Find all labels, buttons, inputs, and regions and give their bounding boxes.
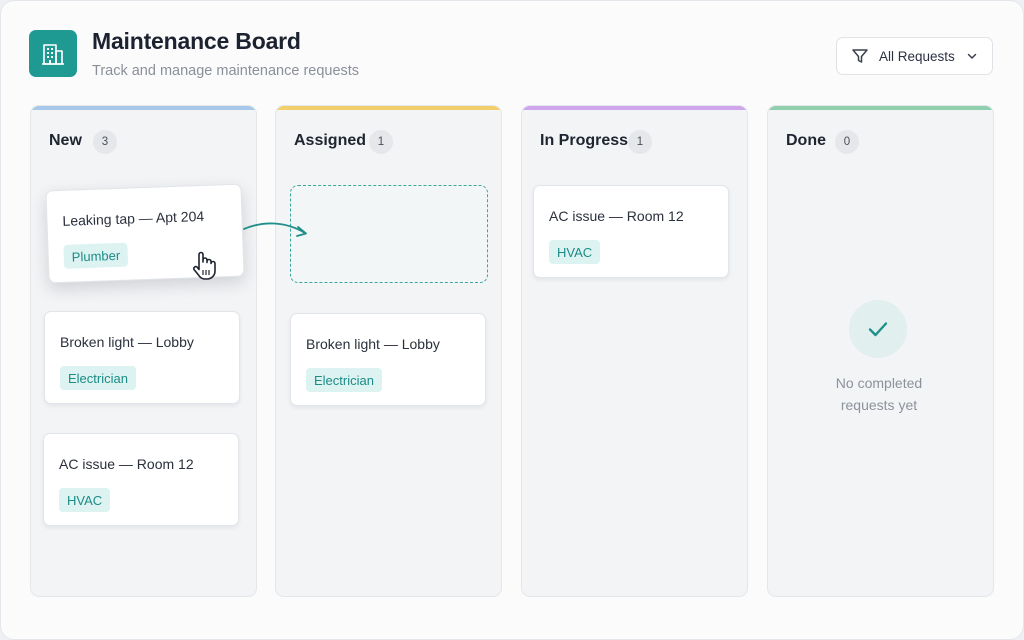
check-icon (849, 300, 907, 358)
column-color-bar (522, 106, 747, 110)
request-card[interactable]: Broken light — Lobby Electrician (290, 313, 486, 406)
card-title: AC issue — Room 12 (549, 208, 684, 224)
column-color-bar (276, 106, 501, 110)
column-color-bar (31, 106, 256, 110)
trade-tag: Plumber (63, 242, 129, 269)
page-title: Maintenance Board (92, 28, 301, 54)
trade-tag: Electrician (60, 366, 136, 390)
building-icon (29, 30, 77, 77)
filter-icon (851, 47, 869, 65)
card-title: AC issue — Room 12 (59, 456, 194, 472)
count-badge: 0 (835, 130, 859, 154)
drop-zone[interactable] (290, 185, 488, 283)
empty-state-message: No completed requests yet (801, 372, 957, 416)
card-title: Leaking tap — Apt 204 (62, 207, 205, 229)
trade-tag: HVAC (59, 488, 111, 512)
column-title: In Progress (540, 132, 629, 149)
column-title: Assigned (294, 132, 367, 149)
column-in-progress: In Progress 1 (521, 105, 748, 597)
drag-arrow-icon (243, 222, 307, 237)
trade-tag: HVAC (549, 240, 601, 264)
app-window: Maintenance Board Track and manage maint… (0, 0, 1024, 640)
column-color-bar (768, 106, 993, 110)
chevron-down-icon (966, 50, 978, 62)
card-title: Broken light — Lobby (60, 334, 194, 350)
empty-state-line: requests yet (840, 397, 918, 413)
filter-label: All Requests (879, 48, 955, 64)
request-card[interactable]: AC issue — Room 12 HVAC (533, 185, 729, 278)
filter-dropdown[interactable]: All Requests (836, 37, 993, 75)
column-title: New (49, 132, 82, 149)
count-badge: 1 (369, 130, 393, 154)
request-card[interactable]: Broken light — Lobby Electrician (44, 311, 240, 404)
request-card[interactable]: AC issue — Room 12 HVAC (43, 433, 239, 526)
column-title: Done (786, 132, 826, 149)
count-badge: 1 (628, 130, 652, 154)
card-title: Broken light — Lobby (306, 336, 440, 352)
count-badge: 3 (93, 130, 117, 154)
grab-cursor-icon (193, 251, 216, 280)
trade-tag: Electrician (306, 368, 382, 392)
page-subtitle: Track and manage maintenance requests (92, 63, 360, 79)
empty-state-line: No completed (835, 375, 923, 391)
